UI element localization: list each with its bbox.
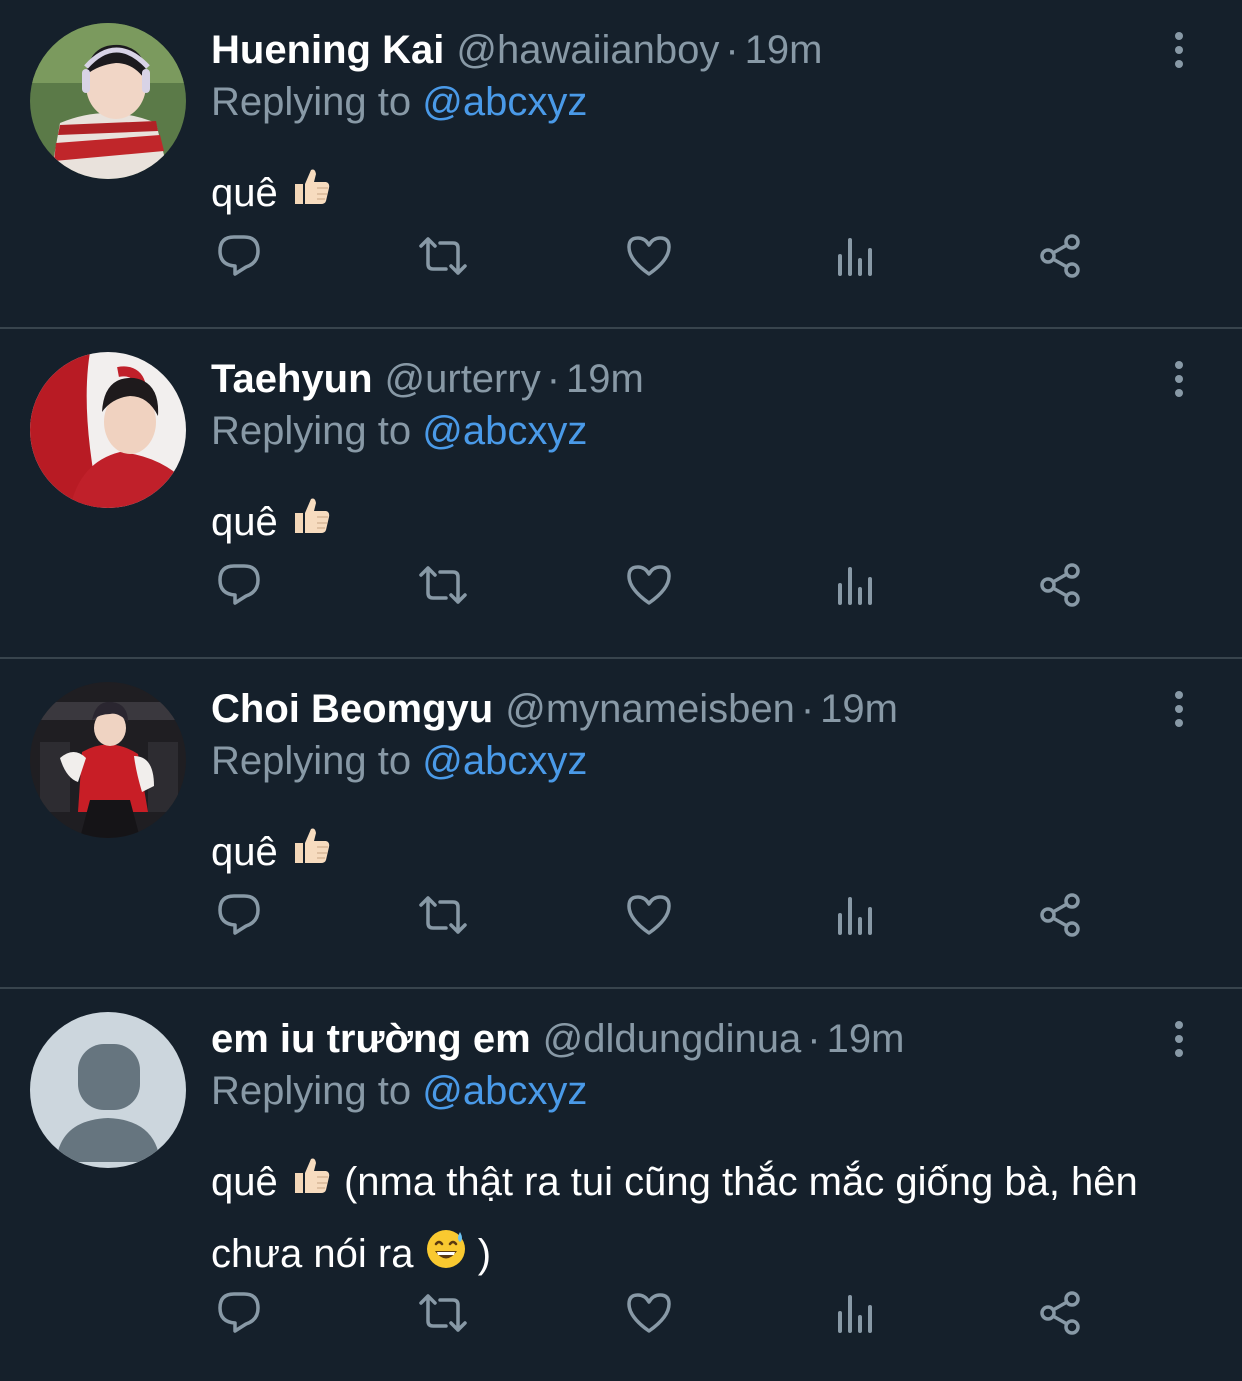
timestamp[interactable]: 19m — [827, 1017, 905, 1061]
replying-to: Replying to @abcxyz — [211, 1065, 587, 1117]
thumbs-up-emoji — [289, 160, 333, 230]
timestamp[interactable]: 19m — [820, 687, 898, 731]
tweet[interactable]: Huening Kai @hawaiianboy · 19m Replying to … — [0, 0, 1242, 329]
user-handle[interactable]: @dldungdinua — [543, 1017, 802, 1061]
tweet-text: quê — [211, 817, 1201, 889]
default-avatar[interactable] — [30, 1012, 186, 1168]
tweet-text-main: quê — [211, 830, 278, 874]
reply-icon[interactable] — [211, 228, 267, 284]
share-icon[interactable] — [1034, 557, 1090, 613]
grinning-sweat-emoji — [425, 1222, 467, 1292]
retweet-icon[interactable] — [415, 1285, 471, 1341]
thumbs-up-emoji — [289, 819, 333, 889]
reply-icon[interactable] — [211, 1285, 267, 1341]
stats-icon[interactable] — [828, 557, 884, 613]
tweet[interactable]: Choi Beomgyu @mynameisben · 19m Replying to… — [0, 659, 1242, 989]
separator-dot: · — [807, 1017, 821, 1061]
user-handle[interactable]: @mynameisben — [505, 687, 795, 731]
share-icon[interactable] — [1034, 228, 1090, 284]
share-icon[interactable] — [1034, 887, 1090, 943]
action-bar — [211, 1285, 1111, 1341]
tweet-header: Taehyun @urterry · 19m — [211, 351, 644, 407]
more-icon[interactable] — [1166, 1019, 1192, 1059]
like-icon[interactable] — [621, 1285, 677, 1341]
avatar[interactable] — [30, 352, 186, 508]
mention-link[interactable]: @abcxyz — [422, 739, 587, 783]
display-name[interactable]: Huening Kai — [211, 28, 444, 72]
retweet-icon[interactable] — [415, 887, 471, 943]
user-handle[interactable]: @hawaiianboy — [456, 28, 719, 72]
stats-icon[interactable] — [828, 887, 884, 943]
retweet-icon[interactable] — [415, 557, 471, 613]
timestamp[interactable]: 19m — [566, 357, 644, 401]
mention-link[interactable]: @abcxyz — [422, 1069, 587, 1113]
replying-prefix: Replying to — [211, 1069, 412, 1113]
replying-prefix: Replying to — [211, 409, 412, 453]
like-icon[interactable] — [621, 228, 677, 284]
mention-link[interactable]: @abcxyz — [422, 409, 587, 453]
tweet-text-main: quê — [211, 1160, 278, 1204]
separator-dot: · — [546, 357, 561, 401]
mention-link[interactable]: @abcxyz — [422, 80, 587, 124]
separator-dot: · — [800, 687, 815, 731]
tweet-header: em iu trường em @dldungdinua · 19m — [211, 1011, 904, 1067]
replying-prefix: Replying to — [211, 80, 412, 124]
more-icon[interactable] — [1166, 689, 1192, 729]
like-icon[interactable] — [621, 557, 677, 613]
tweet[interactable]: Taehyun @urterry · 19m Replying to @abcxyz … — [0, 329, 1242, 659]
reply-icon[interactable] — [211, 557, 267, 613]
user-handle[interactable]: @urterry — [385, 357, 541, 401]
tweet-header: Choi Beomgyu @mynameisben · 19m — [211, 681, 898, 737]
stats-icon[interactable] — [828, 228, 884, 284]
tweet-text: quê — [211, 158, 1201, 230]
display-name[interactable]: Choi Beomgyu — [211, 687, 493, 731]
thumbs-up-emoji — [289, 1149, 333, 1219]
more-icon[interactable] — [1166, 30, 1192, 70]
action-bar — [211, 887, 1111, 943]
display-name[interactable]: Taehyun — [211, 357, 373, 401]
tweet-text-main: quê — [211, 171, 278, 215]
tweet-header: Huening Kai @hawaiianboy · 19m — [211, 22, 822, 78]
replying-prefix: Replying to — [211, 739, 412, 783]
tweet-text-extra: (nma thật ra tui cũng thắc mắc giống bà,… — [211, 1160, 1138, 1277]
tweet-text: quê — [211, 487, 1201, 559]
more-icon[interactable] — [1166, 359, 1192, 399]
action-bar — [211, 557, 1111, 613]
retweet-icon[interactable] — [415, 228, 471, 284]
avatar[interactable] — [30, 23, 186, 179]
like-icon[interactable] — [621, 887, 677, 943]
share-icon[interactable] — [1034, 1285, 1090, 1341]
timestamp[interactable]: 19m — [745, 28, 823, 72]
avatar[interactable] — [30, 682, 186, 838]
replying-to: Replying to @abcxyz — [211, 735, 587, 787]
reply-icon[interactable] — [211, 887, 267, 943]
tweet[interactable]: em iu trường em @dldungdinua · 19m Replying… — [0, 989, 1242, 1381]
tweet-text: quê (nma thật ra tui cũng thắc mắc giống… — [211, 1147, 1201, 1292]
tweet-text-tail: ) — [477, 1232, 492, 1277]
action-bar — [211, 228, 1111, 284]
display-name[interactable]: em iu trường em — [211, 1017, 531, 1061]
replying-to: Replying to @abcxyz — [211, 405, 587, 457]
replying-to: Replying to @abcxyz — [211, 76, 587, 128]
tweet-text-main: quê — [211, 500, 278, 544]
thumbs-up-emoji — [289, 489, 333, 559]
separator-dot: · — [725, 28, 739, 72]
stats-icon[interactable] — [828, 1285, 884, 1341]
